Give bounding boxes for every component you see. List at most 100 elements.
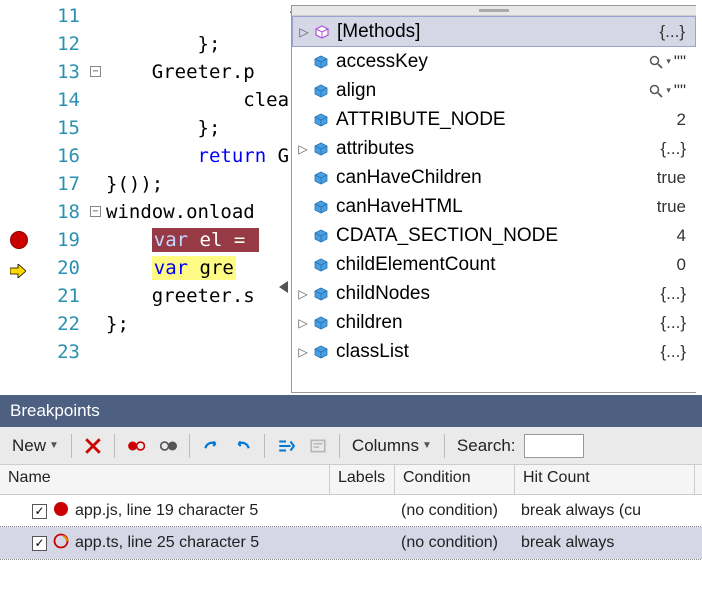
property-name: childElementCount <box>332 254 622 276</box>
property-value: {...} <box>621 22 691 42</box>
expand-icon[interactable]: ▷ <box>296 316 310 330</box>
inspector-row[interactable]: canHaveHTMLtrue <box>292 192 696 221</box>
property-icon <box>310 258 332 272</box>
property-value: ▾"" <box>622 52 692 72</box>
property-name: childNodes <box>332 283 622 305</box>
col-labels[interactable]: Labels <box>330 465 395 494</box>
property-name: canHaveHTML <box>332 196 622 218</box>
breakpoints-toolbar: New▼ Columns▼ Search: <box>0 427 702 465</box>
property-icon <box>310 55 332 69</box>
property-icon <box>310 200 332 214</box>
property-value: 0 <box>622 255 692 275</box>
property-value: {...} <box>622 313 692 333</box>
line-number: 11 <box>40 2 88 30</box>
fold-toggle[interactable]: − <box>90 206 101 217</box>
inspector-row[interactable]: ▷ classList{...} <box>292 337 696 366</box>
breakpoint-hitcount: break always <box>515 534 695 552</box>
property-value: {...} <box>622 284 692 304</box>
inspector-row[interactable]: ▷ children{...} <box>292 308 696 337</box>
property-icon <box>310 84 332 98</box>
breakpoint-icon <box>53 533 69 554</box>
glyph-margin <box>0 0 40 395</box>
breakpoint-checkbox[interactable]: ✓ <box>32 504 47 519</box>
inspector-row[interactable]: accessKey▾"" <box>292 47 696 76</box>
property-icon <box>310 287 332 301</box>
inspector-row[interactable]: childElementCount0 <box>292 250 696 279</box>
property-name: ATTRIBUTE_NODE <box>332 109 622 131</box>
breakpoint-checkbox[interactable]: ✓ <box>32 536 47 551</box>
property-icon <box>310 142 332 156</box>
search-input[interactable] <box>524 434 584 458</box>
goto-source-button[interactable] <box>271 434 301 458</box>
inspector-row[interactable]: canHaveChildrentrue <box>292 163 696 192</box>
breakpoints-list: ✓ app.js, line 19 character 5 (no conditio… <box>0 495 702 559</box>
disable-all-button[interactable] <box>121 434 151 458</box>
breakpoint-row[interactable]: ✓ app.ts, line 25 character 5 (no conditio… <box>0 527 702 559</box>
line-number: 22 <box>40 310 88 338</box>
breakpoint-icon <box>53 501 69 522</box>
delete-button[interactable] <box>78 434 108 458</box>
enable-all-button[interactable] <box>153 434 183 458</box>
property-name: classList <box>332 341 622 363</box>
line-number: 16 <box>40 142 88 170</box>
fold-toggle[interactable]: − <box>90 66 101 77</box>
current-line-arrow-icon <box>10 261 26 275</box>
expand-icon[interactable]: ▷ <box>296 345 310 359</box>
export-button[interactable] <box>196 434 226 458</box>
line-number: 17 <box>40 170 88 198</box>
property-icon <box>310 316 332 330</box>
import-button[interactable] <box>228 434 258 458</box>
property-name: align <box>332 80 622 102</box>
breakpoint-hitcount: break always (cu <box>515 502 695 520</box>
breakpoint-condition: (no condition) <box>395 502 515 520</box>
panel-title: Breakpoints <box>0 395 702 427</box>
inspector-row[interactable]: align▾"" <box>292 76 696 105</box>
property-value: true <box>622 197 692 217</box>
line-number: 14 <box>40 86 88 114</box>
property-icon <box>310 229 332 243</box>
property-icon <box>310 171 332 185</box>
col-name[interactable]: Name <box>0 465 330 494</box>
property-icon <box>311 25 333 39</box>
property-value: 2 <box>622 110 692 130</box>
expand-icon[interactable]: ▷ <box>297 25 311 39</box>
inspector-row[interactable]: ▷ attributes{...} <box>292 134 696 163</box>
inspector-row[interactable]: ▷ childNodes{...} <box>292 279 696 308</box>
line-number: 23 <box>40 338 88 366</box>
popup-grip[interactable] <box>292 6 696 16</box>
inspector-row[interactable]: ▷[Methods]{...} <box>292 16 696 47</box>
breakpoints-header: Name Labels Condition Hit Count <box>0 465 702 495</box>
property-value: {...} <box>622 139 692 159</box>
line-number: 20 <box>40 254 88 282</box>
search-label: Search: <box>451 433 522 459</box>
col-condition[interactable]: Condition <box>395 465 515 494</box>
inspector-row[interactable]: ATTRIBUTE_NODE2 <box>292 105 696 134</box>
property-name: children <box>332 312 622 334</box>
line-number: 15 <box>40 114 88 142</box>
line-number: 13 <box>40 58 88 86</box>
property-value: true <box>622 168 692 188</box>
expand-icon[interactable]: ▷ <box>296 287 310 301</box>
col-hit[interactable]: Hit Count <box>515 465 695 494</box>
line-number: 21 <box>40 282 88 310</box>
expand-icon[interactable]: ▷ <box>296 142 310 156</box>
fold-gutter: −− <box>88 0 106 395</box>
breakpoint-name: app.js, line 19 character 5 <box>75 502 258 520</box>
property-icon <box>310 345 332 359</box>
property-name: accessKey <box>332 51 622 73</box>
property-value: {...} <box>622 342 692 362</box>
columns-button[interactable]: Columns▼ <box>346 433 438 459</box>
breakpoint-name: app.ts, line 25 character 5 <box>75 534 259 552</box>
breakpoint-row[interactable]: ✓ app.js, line 19 character 5 (no conditio… <box>0 495 702 527</box>
property-name: CDATA_SECTION_NODE <box>332 225 622 247</box>
new-button[interactable]: New▼ <box>6 433 65 459</box>
property-value: 4 <box>622 226 692 246</box>
breakpoint-glyph[interactable] <box>10 231 28 249</box>
debug-inspector-popup[interactable]: ▷[Methods]{...}accessKey▾""align▾""ATTRI… <box>291 5 696 393</box>
inspector-row[interactable]: CDATA_SECTION_NODE4 <box>292 221 696 250</box>
goto-disasm-button[interactable] <box>303 434 333 458</box>
line-number-gutter: 11121314151617181920212223 <box>40 0 88 395</box>
breakpoint-condition: (no condition) <box>395 534 515 552</box>
property-name: attributes <box>332 138 622 160</box>
line-number: 19 <box>40 226 88 254</box>
